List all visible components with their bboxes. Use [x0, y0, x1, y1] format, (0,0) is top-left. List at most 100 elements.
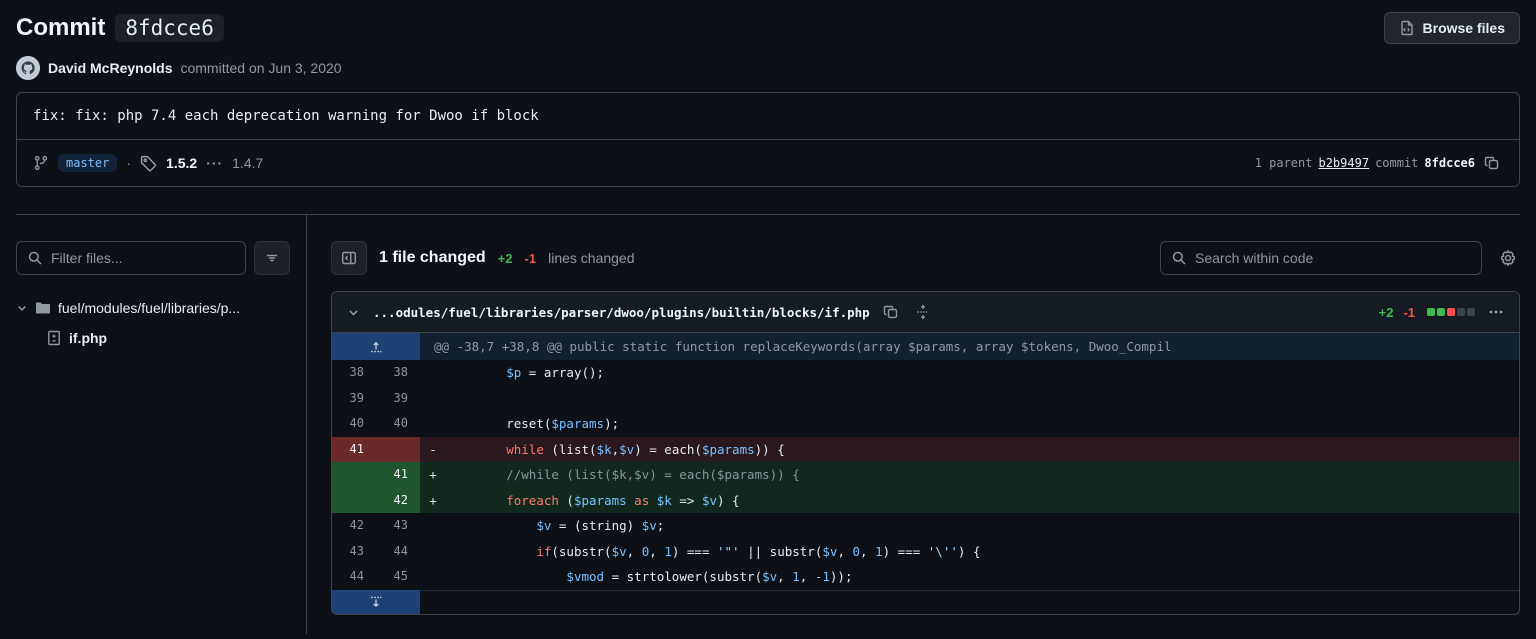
- code-text: reset($params);: [446, 411, 1519, 437]
- tags-expand-button[interactable]: ···: [206, 155, 223, 171]
- diff-line[interactable]: 4445 $vmod = strtolower(substr($v, 1, -1…: [332, 564, 1519, 590]
- code-text: //while (list($k,$v) = each($params)) {: [446, 462, 1519, 488]
- file-filter-button[interactable]: [254, 241, 290, 275]
- search-code-input[interactable]: [1195, 250, 1471, 266]
- kebab-horizontal-icon: [1488, 304, 1504, 320]
- browse-files-button[interactable]: Browse files: [1384, 12, 1520, 44]
- tree-file-row[interactable]: if.php: [16, 323, 290, 353]
- collapse-sidebar-button[interactable]: [331, 241, 367, 275]
- diff-main: 1 file changed +2 -1 lines changed: [307, 215, 1536, 634]
- new-line-number: 40: [376, 411, 420, 437]
- old-line-number: [332, 488, 376, 514]
- diff-marker: +: [420, 488, 446, 514]
- parent-commit-link[interactable]: b2b9497: [1318, 156, 1369, 170]
- new-line-number: 43: [376, 513, 420, 539]
- search-code-input-wrap: [1160, 241, 1482, 275]
- chevron-down-icon: [347, 306, 360, 319]
- hunk-header-row: @@ -38,7 +38,8 @@ public static function…: [332, 333, 1519, 360]
- folder-icon: [35, 300, 51, 316]
- deletions-count: -1: [525, 251, 537, 266]
- old-line-number: 42: [332, 513, 376, 539]
- diffstat-square-del: [1447, 308, 1455, 316]
- diff-file-path[interactable]: ...odules/fuel/libraries/parser/dwoo/plu…: [373, 305, 870, 320]
- search-icon: [1171, 250, 1187, 266]
- diff-line[interactable]: 3838 $p = array();: [332, 360, 1519, 386]
- old-line-number: 39: [332, 386, 376, 412]
- line-number-gutter: 3838: [332, 360, 420, 386]
- new-line-number: 39: [376, 386, 420, 412]
- expand-all-button[interactable]: [912, 301, 934, 323]
- commit-message: fix: fix: php 7.4 each deprecation warni…: [17, 93, 1519, 140]
- line-number-gutter: 4344: [332, 539, 420, 565]
- diff-file-panel: ...odules/fuel/libraries/parser/dwoo/plu…: [331, 291, 1520, 615]
- copy-commit-sha-button[interactable]: [1481, 152, 1503, 174]
- line-number-gutter: 4445: [332, 564, 420, 590]
- separator-dot: ·: [126, 155, 131, 171]
- code-text: foreach ($params as $k => $v) {: [446, 488, 1519, 514]
- diff-marker: [420, 513, 446, 539]
- author-name[interactable]: David McReynolds: [48, 60, 172, 76]
- diff-line[interactable]: 42+ foreach ($params as $k => $v) {: [332, 488, 1519, 514]
- chevron-down-icon: [16, 302, 28, 314]
- diffstat-square-neutral: [1457, 308, 1465, 316]
- commit-header: Commit 8fdcce6 Browse files David McReyn…: [0, 0, 1536, 215]
- code-text: $v = (string) $v;: [446, 513, 1519, 539]
- branch-chip[interactable]: master: [58, 154, 117, 172]
- avatar[interactable]: [16, 56, 40, 80]
- code-text: $p = array();: [446, 360, 1519, 386]
- diff-lines: 3838 $p = array();39394040 reset($params…: [332, 360, 1519, 590]
- collapse-file-button[interactable]: [344, 303, 363, 322]
- diff-marker: [420, 360, 446, 386]
- tag-secondary[interactable]: 1.4.7: [232, 155, 263, 171]
- code-text: $vmod = strtolower(substr($v, 1, -1));: [446, 564, 1519, 590]
- old-line-number: 41: [332, 437, 376, 463]
- old-line-number: 38: [332, 360, 376, 386]
- diff-line[interactable]: 41+ //while (list($k,$v) = each($params)…: [332, 462, 1519, 488]
- copy-icon: [1484, 155, 1500, 171]
- tree-file-label: if.php: [69, 330, 107, 346]
- filter-files-input[interactable]: [51, 250, 235, 266]
- diffstat-square-add: [1437, 308, 1445, 316]
- parent-label: 1 parent: [1255, 156, 1313, 170]
- diff-marker: [420, 386, 446, 412]
- diff-line[interactable]: 4344 if(substr($v, 0, 1) === '"' || subs…: [332, 539, 1519, 565]
- file-tree-sidebar: fuel/modules/fuel/libraries/p... if.php: [0, 215, 307, 634]
- new-line-number: 44: [376, 539, 420, 565]
- search-icon: [27, 250, 43, 266]
- hunk-header-text: @@ -38,7 +38,8 @@ public static function…: [420, 333, 1519, 360]
- file-deletions-count: -1: [1403, 305, 1415, 320]
- diff-marker: -: [420, 437, 446, 463]
- git-branch-icon: [33, 155, 49, 171]
- new-line-number: 38: [376, 360, 420, 386]
- diff-settings-button[interactable]: [1496, 246, 1520, 270]
- tag-icon: [140, 155, 157, 172]
- diff-line[interactable]: 3939: [332, 386, 1519, 412]
- tree-folder-label: fuel/modules/fuel/libraries/p...: [58, 300, 283, 316]
- file-options-button[interactable]: [1485, 301, 1507, 323]
- page-title: Commit: [16, 14, 105, 42]
- expand-down-button[interactable]: [332, 590, 420, 614]
- file-tree: fuel/modules/fuel/libraries/p... if.php: [16, 293, 290, 353]
- old-line-number: 43: [332, 539, 376, 565]
- commit-sha: 8fdcce6: [1424, 156, 1475, 170]
- diff-marker: +: [420, 462, 446, 488]
- tag-primary[interactable]: 1.5.2: [166, 155, 197, 171]
- new-line-number: 41: [376, 462, 420, 488]
- diff-line[interactable]: 4040 reset($params);: [332, 411, 1519, 437]
- copy-path-button[interactable]: [880, 301, 902, 323]
- diff-line[interactable]: 4243 $v = (string) $v;: [332, 513, 1519, 539]
- diff-marker: [420, 564, 446, 590]
- line-number-gutter: 41: [332, 462, 420, 488]
- new-line-number: [376, 437, 420, 463]
- diffstat-square-add: [1427, 308, 1435, 316]
- tree-folder-row[interactable]: fuel/modules/fuel/libraries/p...: [16, 293, 290, 323]
- diff-line[interactable]: 41- while (list($k,$v) = each($params)) …: [332, 437, 1519, 463]
- expand-up-button[interactable]: [332, 333, 420, 360]
- file-additions-count: +2: [1379, 305, 1394, 320]
- filter-lines-icon: [264, 250, 280, 266]
- copy-icon: [883, 304, 899, 320]
- lines-changed-label: lines changed: [548, 250, 634, 266]
- unfold-icon: [915, 304, 931, 320]
- diffstat-squares: [1427, 308, 1475, 316]
- code-text: if(substr($v, 0, 1) === '"' || substr($v…: [446, 539, 1519, 565]
